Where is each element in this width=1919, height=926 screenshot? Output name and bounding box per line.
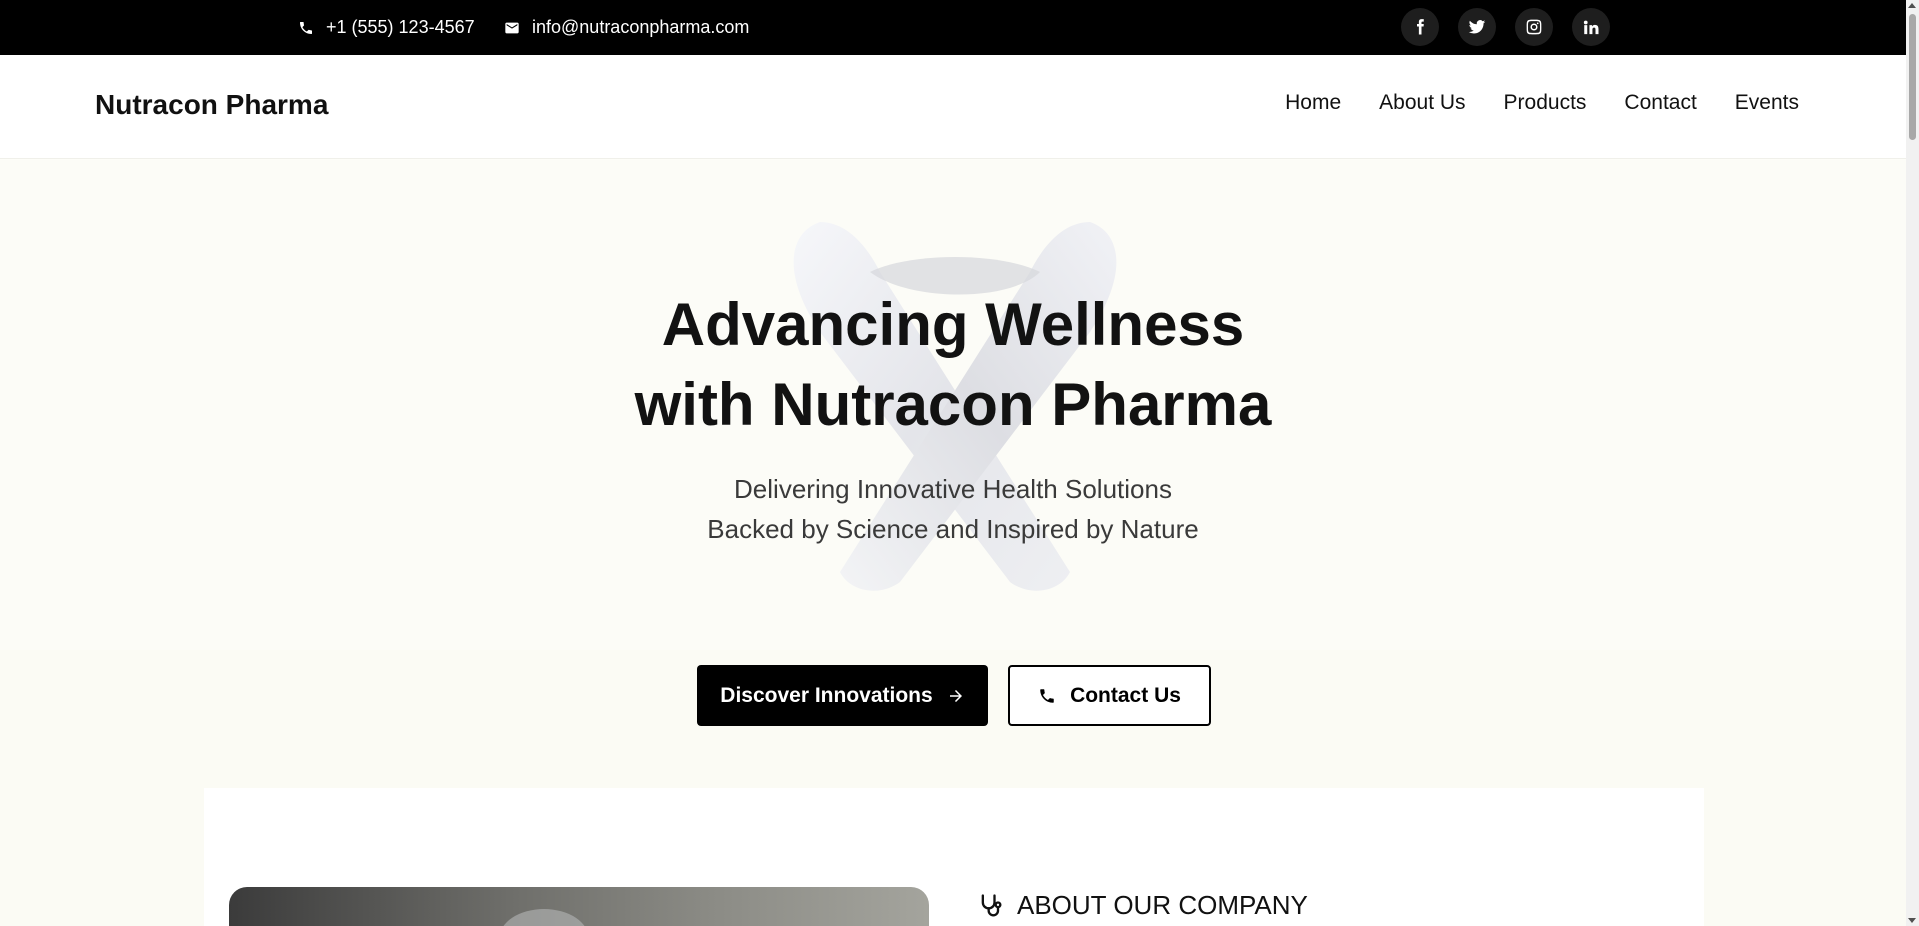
linkedin-link[interactable]	[1572, 8, 1610, 46]
facebook-link[interactable]	[1401, 8, 1439, 46]
nav-home[interactable]: Home	[1285, 91, 1341, 115]
discover-innovations-button[interactable]: Discover Innovations	[697, 665, 988, 726]
site-header: Nutracon Pharma Home About Us Products C…	[0, 55, 1906, 159]
hero-subtitle-line2: Backed by Science and Inspired by Nature	[707, 514, 1199, 544]
discover-innovations-label: Discover Innovations	[720, 683, 933, 707]
email-address: info@nutraconpharma.com	[532, 17, 750, 37]
email-contact[interactable]: info@nutraconpharma.com	[504, 0, 749, 55]
envelope-icon	[505, 22, 519, 33]
facebook-icon	[1417, 19, 1424, 35]
hero-subtitle-line1: Delivering Innovative Health Solutions	[734, 474, 1172, 504]
nav-events[interactable]: Events	[1735, 91, 1799, 115]
phone-icon	[300, 21, 312, 34]
arrow-right-icon	[949, 689, 962, 702]
phone-contact[interactable]: +1 (555) 123-4567	[298, 0, 475, 55]
main-nav: Home About Us Products Contact Events	[1285, 91, 1799, 115]
hero-title-line2: with Nutracon Pharma	[634, 371, 1272, 438]
top-contact-bar: +1 (555) 123-4567 info@nutraconpharma.co…	[0, 0, 1906, 55]
stethoscope-icon	[981, 893, 1002, 916]
phone-icon	[1040, 688, 1054, 703]
instagram-link[interactable]	[1515, 8, 1553, 46]
nav-contact[interactable]: Contact	[1624, 91, 1696, 115]
twitter-icon	[1468, 20, 1486, 34]
about-heading: ABOUT OUR COMPANY	[977, 890, 1308, 921]
nav-about-us[interactable]: About Us	[1379, 91, 1465, 115]
contact-us-label: Contact Us	[1070, 683, 1181, 707]
nav-products[interactable]: Products	[1504, 91, 1587, 115]
social-links	[1401, 8, 1610, 46]
about-image-highlight	[499, 909, 589, 926]
scrollbar-thumb[interactable]	[1909, 14, 1916, 140]
contact-us-button[interactable]: Contact Us	[1008, 665, 1211, 726]
twitter-link[interactable]	[1458, 8, 1496, 46]
about-image	[229, 887, 929, 926]
scroll-up-arrow-icon[interactable]	[1908, 3, 1916, 8]
linkedin-icon	[1583, 20, 1599, 35]
instagram-icon	[1526, 19, 1542, 35]
scroll-down-arrow-icon[interactable]	[1908, 918, 1916, 923]
phone-number: +1 (555) 123-4567	[326, 17, 475, 37]
page-scrollbar[interactable]	[1906, 0, 1919, 926]
brand-logo[interactable]: Nutracon Pharma	[95, 89, 328, 121]
hero-title-line1: Advancing Wellness	[661, 291, 1245, 358]
about-heading-text: ABOUT OUR COMPANY	[1017, 890, 1308, 920]
